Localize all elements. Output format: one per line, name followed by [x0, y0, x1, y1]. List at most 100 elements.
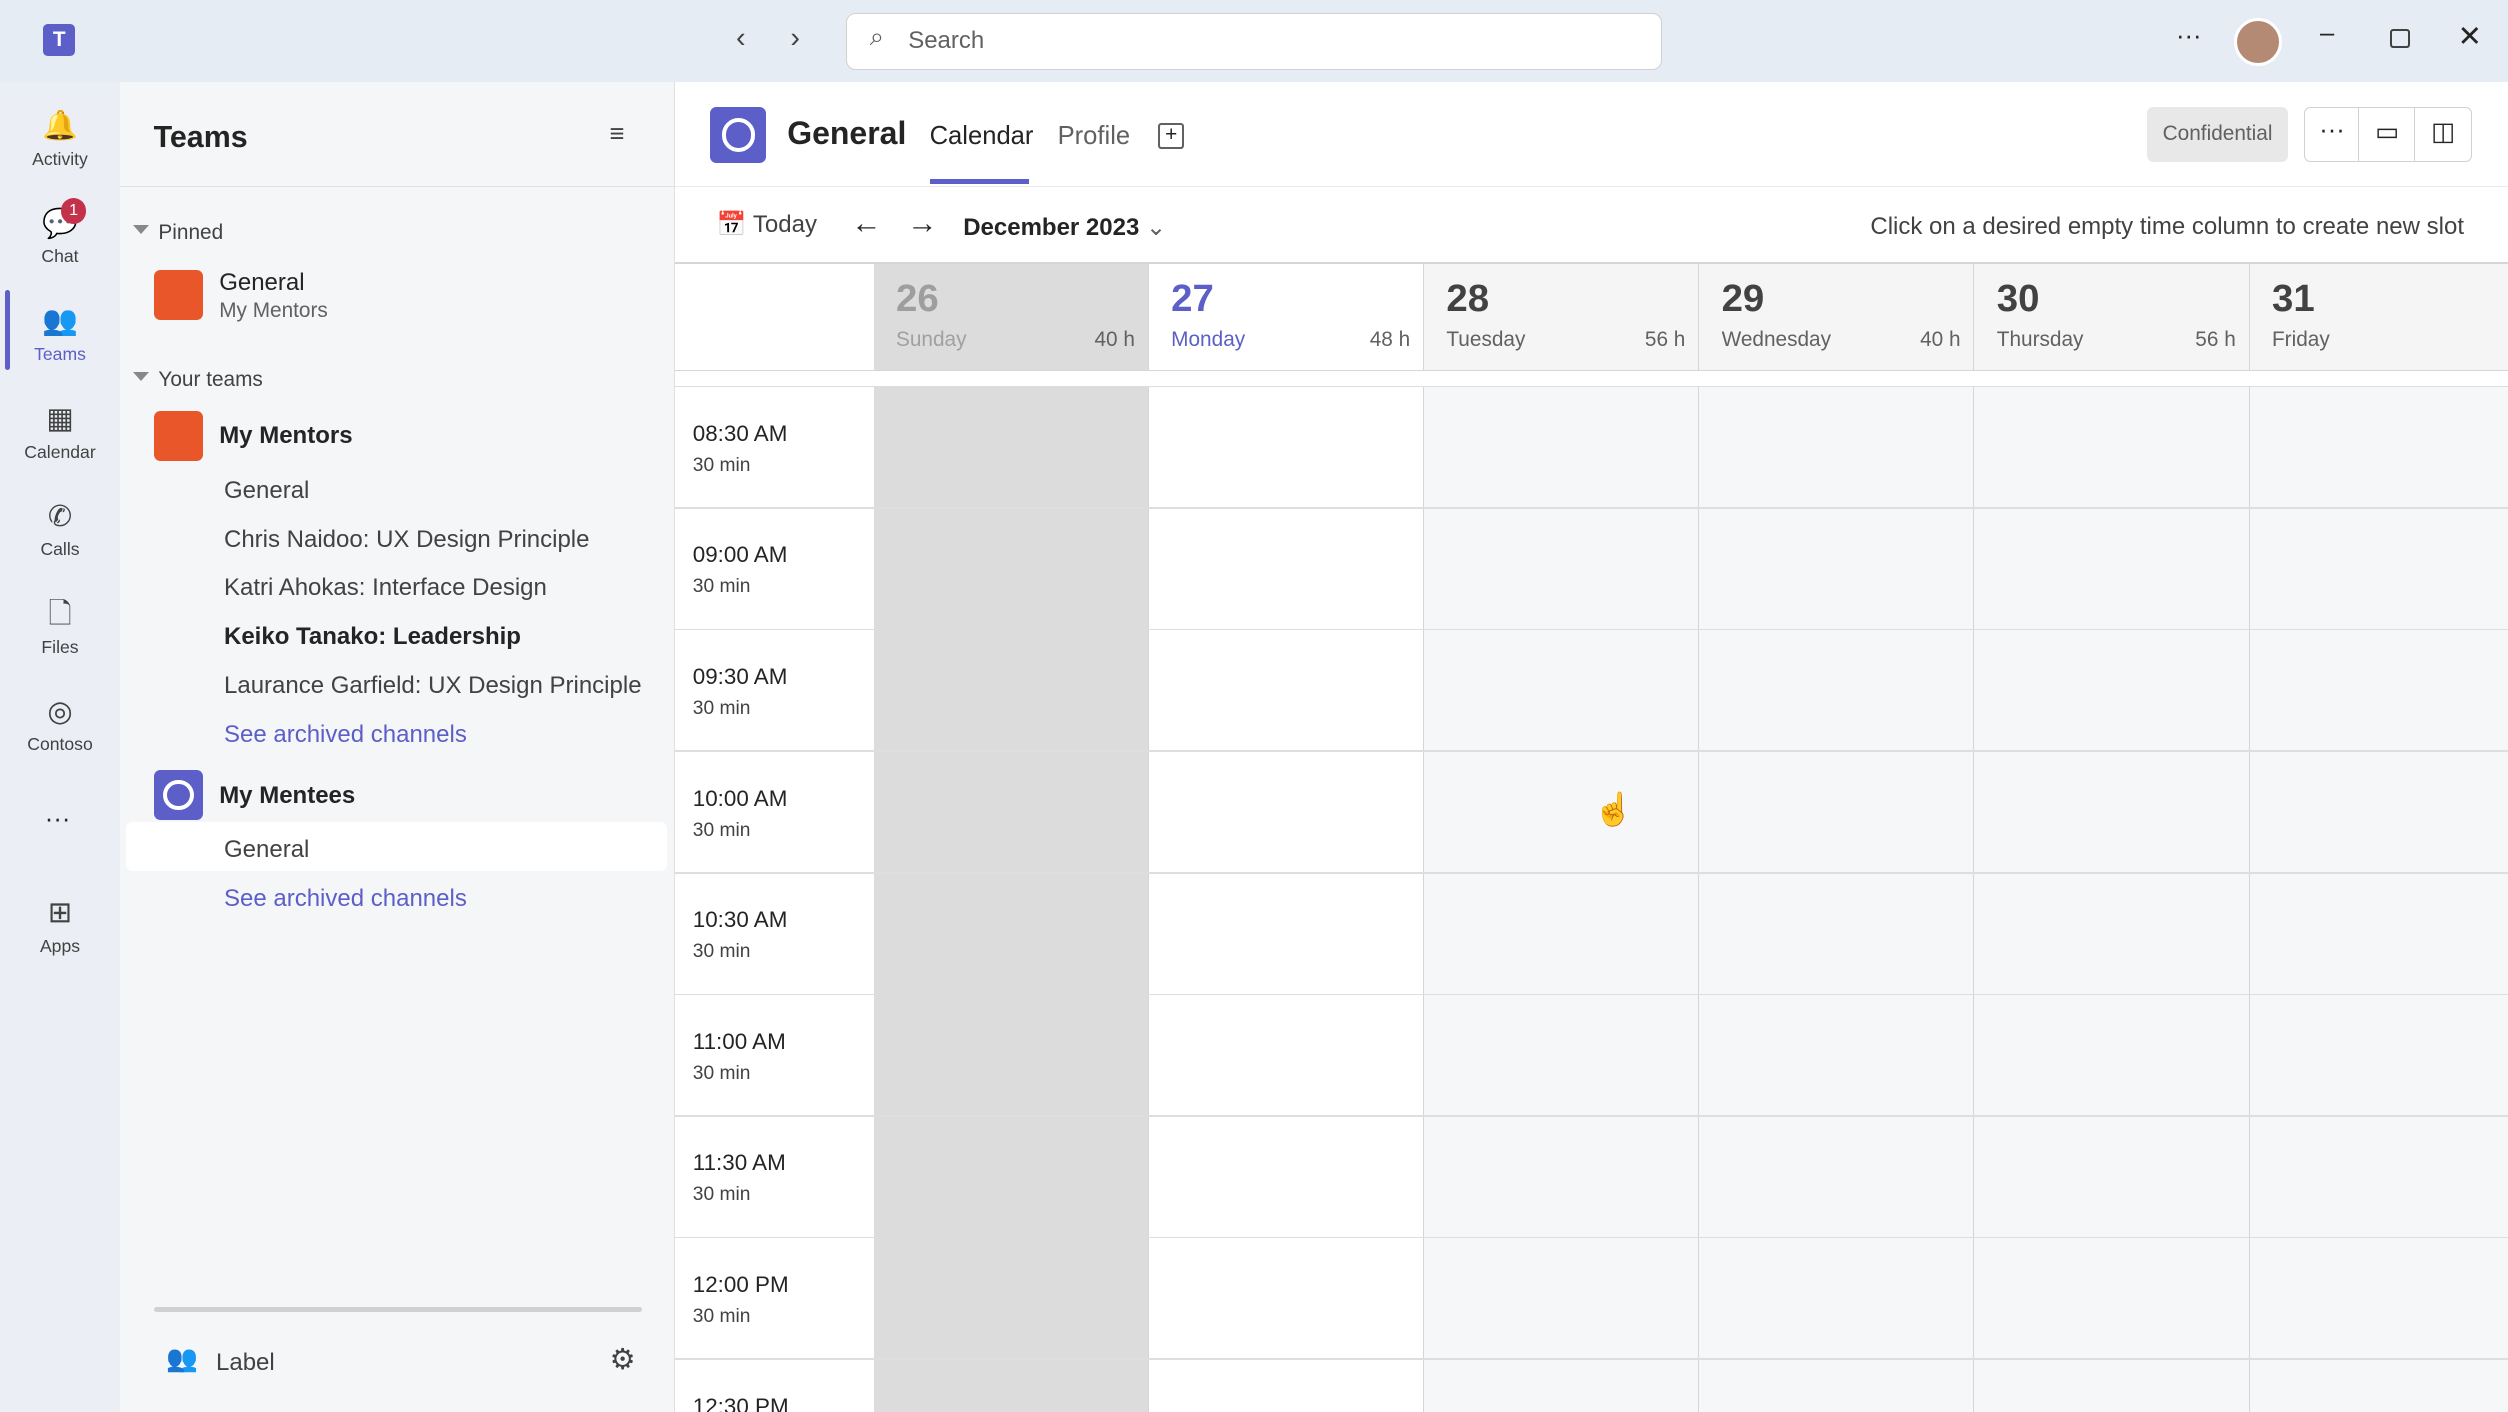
calendar-icon: ▦: [46, 402, 74, 435]
rail-label: Apps: [39, 935, 81, 956]
day-hours: 40 h: [1920, 327, 1961, 351]
day-hours: 48 h: [1369, 327, 1411, 351]
day-column[interactable]: [1974, 385, 2250, 1412]
rail-item-calls[interactable]: ✆ Calls: [0, 485, 120, 581]
time-slot-label: 12:30 PM: [692, 1393, 789, 1412]
add-tab-icon[interactable]: +: [1158, 123, 1184, 149]
mentors-team-icon: [153, 270, 204, 320]
rail-label: Calendar: [24, 441, 96, 462]
teams-panel: Teams ≡ Pinned General My Mentors Your t…: [120, 81, 676, 1412]
pinned-channel-name[interactable]: General: [219, 269, 304, 297]
tab-calendar[interactable]: Calendar: [930, 122, 1034, 151]
divider: [675, 185, 2508, 188]
rail-label: Activity: [32, 148, 88, 169]
back-icon[interactable]: ‹: [736, 22, 746, 55]
row-divider: [675, 628, 2508, 631]
bell-icon: 🔔: [42, 110, 78, 143]
day-column[interactable]: [1148, 385, 1424, 1412]
next-week-icon[interactable]: →: [907, 206, 937, 241]
day-name: Tuesday: [1446, 327, 1526, 351]
day-header: 30 Thursday 56 h: [1974, 263, 2250, 370]
channel-item[interactable]: Katri Ahokas: Interface Design: [224, 574, 547, 602]
team-icon: [153, 411, 204, 461]
confidential-badge[interactable]: Confidential: [2147, 107, 2288, 162]
tab-profile[interactable]: Profile: [1058, 122, 1131, 151]
close-button[interactable]: ✕: [2458, 19, 2482, 54]
rail-item-chat[interactable]: 💬 Chat 1: [0, 192, 120, 288]
day-number: 29: [1721, 276, 1765, 320]
your-teams-section[interactable]: Your teams: [133, 368, 262, 392]
day-number: 26: [895, 276, 939, 320]
pop-out-button[interactable]: ◫: [2414, 107, 2472, 162]
divider: [120, 185, 676, 188]
pinned-team-name: My Mentors: [219, 299, 328, 323]
search-icon: ⌕: [869, 23, 885, 52]
time-slot-label: 10:00 AM 30 min: [692, 785, 788, 841]
day-column[interactable]: [873, 385, 1149, 1412]
day-hours: 56 h: [2195, 327, 2236, 351]
time-slot-label: 11:30 AM 30 min: [692, 1150, 786, 1206]
rail-item-calendar[interactable]: ▦ Calendar: [0, 387, 120, 483]
pinned-section[interactable]: Pinned: [133, 221, 223, 245]
see-archived-link[interactable]: See archived channels: [224, 721, 467, 749]
channel-item[interactable]: Chris Naidoo: UX Design Principle: [224, 526, 589, 554]
day-column[interactable]: [1699, 385, 1975, 1412]
filter-icon[interactable]: ≡: [610, 120, 625, 149]
active-tab-indicator: [929, 179, 1029, 184]
time-slot-label: 11:00 AM 30 min: [692, 1028, 786, 1084]
row-divider: [675, 1236, 2508, 1239]
time-slot-label: 12:00 PM 30 min: [692, 1271, 789, 1327]
row-divider: [675, 385, 2508, 388]
prev-week-icon[interactable]: ←: [851, 206, 881, 241]
more-options-button[interactable]: ···: [2303, 107, 2360, 162]
footer-label[interactable]: Label: [216, 1349, 275, 1377]
channel-item[interactable]: General: [224, 477, 309, 505]
rail-label: Teams: [34, 343, 86, 364]
meet-button[interactable]: ▭: [2358, 107, 2416, 162]
rail-item-contoso[interactable]: ◎ Contoso: [0, 680, 120, 776]
divider: [675, 369, 2508, 372]
scrollbar[interactable]: [153, 1307, 642, 1312]
see-archived-link[interactable]: See archived channels: [224, 885, 467, 913]
rail-item-files[interactable]: 🗋 Files: [0, 582, 120, 678]
day-header: 28 Tuesday 56 h: [1423, 263, 1700, 370]
row-divider: [675, 1115, 2508, 1117]
channel-item[interactable]: General: [224, 836, 309, 864]
settings-icon[interactable]: ⚙: [610, 1342, 636, 1377]
today-button[interactable]: 📅 Today: [717, 210, 817, 239]
forward-icon[interactable]: ›: [790, 22, 800, 55]
more-apps-icon[interactable]: ···: [45, 805, 71, 834]
row-divider: [675, 1358, 2508, 1360]
month-picker[interactable]: December 2023 ⌄: [963, 213, 1166, 242]
team-name[interactable]: My Mentees: [219, 782, 355, 810]
chat-badge: 1: [60, 198, 87, 224]
phone-icon: ✆: [47, 500, 73, 533]
calendar-main: General Calendar Profile + Confidential …: [675, 81, 2508, 1412]
rail-label: Contoso: [27, 734, 93, 755]
rail-item-apps[interactable]: ⊞ Apps: [0, 882, 120, 978]
day-header: 26 Sunday 40 h: [873, 263, 1149, 370]
more-icon[interactable]: ···: [2176, 22, 2202, 51]
day-name: Thursday: [1996, 327, 2084, 351]
day-column[interactable]: [1423, 385, 1700, 1412]
day-hours: 56 h: [1644, 327, 1686, 351]
day-name: Friday: [2271, 327, 2330, 351]
rail-item-teams[interactable]: 👥 Teams: [0, 289, 120, 386]
channel-item[interactable]: Laurance Garfield: UX Design Principle: [224, 672, 642, 700]
chevron-down-icon: ⌄: [1145, 213, 1167, 241]
file-icon: 🗋: [48, 598, 72, 631]
channel-item[interactable]: Keiko Tanako: Leadership: [224, 623, 521, 651]
day-number: 31: [2271, 276, 2315, 320]
add-people-icon[interactable]: 👥: [166, 1344, 198, 1374]
selected-channel-bg: [126, 821, 668, 872]
day-header: 27 Monday 48 h: [1148, 263, 1424, 370]
minimize-button[interactable]: –: [2320, 19, 2334, 48]
avatar[interactable]: [2233, 17, 2282, 66]
search-input[interactable]: ⌕ Search: [846, 12, 1663, 71]
maximize-button[interactable]: [2390, 28, 2410, 48]
team-name[interactable]: My Mentors: [219, 422, 352, 450]
day-column[interactable]: [2249, 385, 2508, 1412]
hand-cursor-icon: ☝: [1593, 791, 1634, 828]
time-slot-label: 10:30 AM 30 min: [692, 907, 788, 963]
rail-item-activity[interactable]: 🔔 Activity: [0, 94, 120, 190]
